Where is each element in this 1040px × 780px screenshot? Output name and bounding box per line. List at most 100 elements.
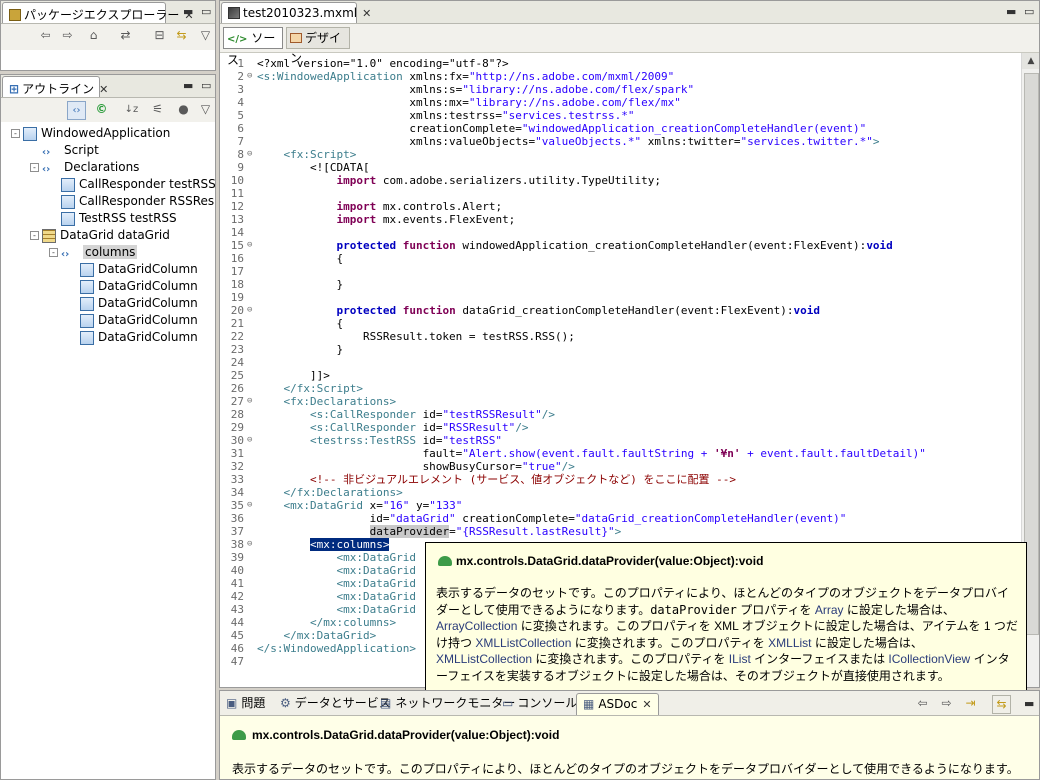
collapse-toggle-icon[interactable]: - — [49, 248, 58, 257]
bottom-tab[interactable]: ▦ ASDoc ✕ — [576, 693, 659, 715]
design-mode-button[interactable]: デザイン — [286, 27, 350, 65]
package-explorer-tab[interactable]: パッケージエクスプローラー ✕ — [2, 2, 194, 23]
source-mode-button[interactable]: </> ソース — [223, 27, 283, 67]
code-line[interactable]: 33 <!-- 非ビジュアルエレメント (サービス、値オブジェクトなど) をここ… — [220, 473, 1020, 486]
collapse-toggle-icon[interactable]: - — [30, 163, 39, 172]
problems-icon: ▣ — [226, 696, 238, 710]
sync-icon[interactable]: ⇆ — [173, 27, 190, 44]
open-external-icon[interactable]: ⇥ — [962, 695, 979, 712]
code-line[interactable]: 24 — [220, 356, 1020, 369]
link-with-editor-icon[interactable]: ⇄ — [117, 27, 134, 44]
fold-toggle-icon[interactable]: ⊖ — [247, 434, 252, 447]
outline-tree-item[interactable]: DataGridColumn — [68, 295, 198, 312]
outline-tree-item[interactable]: DataGridColumn — [68, 261, 198, 278]
maximize-icon[interactable]: ▭ — [201, 5, 211, 18]
code-line[interactable]: 13 import mx.events.FlexEvent; — [220, 213, 1020, 226]
outline-tree-item[interactable]: DataGridColumn — [68, 312, 198, 329]
code-line[interactable]: 34 </fx:Declarations> — [220, 486, 1020, 499]
code-line[interactable]: 5 xmlns:testrss="services.testrss.*" — [220, 109, 1020, 122]
code-line[interactable]: 21 { — [220, 317, 1020, 330]
close-icon[interactable]: ✕ — [642, 698, 651, 711]
bottom-tab[interactable]: ▣ 問題 — [222, 694, 269, 712]
code-line[interactable]: 22 RSSResult.token = testRSS.RSS(); — [220, 330, 1020, 343]
code-line[interactable]: 19 — [220, 291, 1020, 304]
code-line[interactable]: 9 <![CDATA[ — [220, 161, 1020, 174]
collapse-all-icon[interactable]: ⊟ — [151, 27, 168, 44]
code-line[interactable]: 27 ⊖ <fx:Declarations> — [220, 395, 1020, 408]
sort-icon[interactable]: ↓z — [123, 101, 140, 118]
minimize-icon[interactable]: ▬ — [1024, 697, 1034, 710]
code-line[interactable]: 32 showBusyCursor="true"/> — [220, 460, 1020, 473]
outline-tree-item[interactable]: ‹› Script — [30, 142, 99, 159]
outline-tree-item[interactable]: TestRSS testRSS — [49, 210, 177, 227]
fold-toggle-icon[interactable]: ⊖ — [247, 239, 252, 252]
code-line[interactable]: 29 <s:CallResponder id="RSSResult"/> — [220, 421, 1020, 434]
outline-tree-item[interactable]: - ‹› Declarations — [30, 159, 139, 176]
line-number: 5 — [237, 109, 244, 122]
view-menu-icon[interactable]: ▽ — [197, 101, 214, 118]
minimize-icon[interactable]: ▬ — [1006, 5, 1016, 18]
code-line[interactable]: 25 ]]> — [220, 369, 1020, 382]
outline-tree-item[interactable]: - WindowedApplication — [11, 125, 170, 142]
dot-icon[interactable]: ● — [175, 101, 192, 118]
fold-toggle-icon[interactable]: ⊖ — [247, 395, 252, 408]
code-line[interactable]: 37 dataProvider="{RSSResult.lastResult}"… — [220, 525, 1020, 538]
code-line[interactable]: 4 xmlns:mx="library://ns.adobe.com/flex/… — [220, 96, 1020, 109]
back-icon[interactable]: ⇦ — [37, 27, 54, 44]
editor-tab[interactable]: test2010323.mxml ✕ — [221, 2, 371, 23]
view-menu-icon[interactable]: ▽ — [197, 27, 214, 44]
collapse-toggle-icon[interactable]: - — [11, 129, 20, 138]
fold-toggle-icon[interactable]: ⊖ — [247, 538, 252, 551]
code-line[interactable]: 36 id="dataGrid" creationComplete="dataG… — [220, 512, 1020, 525]
code-line[interactable]: 11 — [220, 187, 1020, 200]
code-line[interactable]: 8 ⊖ <fx:Script> — [220, 148, 1020, 161]
maximize-icon[interactable]: ▭ — [1024, 5, 1034, 18]
link-with-editor-icon[interactable]: ⇆ — [992, 695, 1011, 714]
forward-icon[interactable]: ⇨ — [59, 27, 76, 44]
outline-tree-item[interactable]: CallResponder testRSSR — [49, 176, 215, 193]
collapse-toggle-icon[interactable]: - — [30, 231, 39, 240]
filter-icon[interactable]: ⚟ — [149, 101, 166, 118]
outline-tree-item[interactable]: CallResponder RSSResul — [49, 193, 215, 210]
code-line[interactable]: 15 ⊖ protected function windowedApplicati… — [220, 239, 1020, 252]
outline-tab[interactable]: ⊞ アウトライン ✕ — [2, 76, 108, 97]
close-icon[interactable]: ✕ — [362, 7, 371, 20]
code-line[interactable]: 2 ⊖ <s:WindowedApplication xmlns:fx="http:… — [220, 70, 1020, 83]
fold-toggle-icon[interactable]: ⊖ — [247, 148, 252, 161]
code-line[interactable]: 28 <s:CallResponder id="testRSSResult"/> — [220, 408, 1020, 421]
code-line[interactable]: 17 — [220, 265, 1020, 278]
code-line[interactable]: 1 <?xml version="1.0" encoding="utf-8"?> — [220, 57, 1020, 70]
tag-toggle-icon[interactable]: ‹› — [67, 101, 86, 120]
refresh-icon[interactable]: © — [93, 101, 110, 118]
fold-toggle-icon[interactable]: ⊖ — [247, 70, 252, 83]
outline-tree-item[interactable]: DataGridColumn — [68, 329, 198, 346]
outline-tree-item[interactable]: - ‹› columns — [49, 244, 138, 261]
close-icon[interactable]: ✕ — [99, 83, 108, 96]
code-line[interactable]: 35 ⊖ <mx:DataGrid x="16" y="133" — [220, 499, 1020, 512]
code-line[interactable]: 3 xmlns:s="library://ns.adobe.com/flex/s… — [220, 83, 1020, 96]
maximize-icon[interactable]: ▭ — [201, 79, 211, 92]
code-line[interactable]: 26 </fx:Script> — [220, 382, 1020, 395]
code-line[interactable]: 7 xmlns:valueObjects="valueObjects.*" xm… — [220, 135, 1020, 148]
code-line[interactable]: 18 } — [220, 278, 1020, 291]
code-line[interactable]: 12 import mx.controls.Alert; — [220, 200, 1020, 213]
back-icon[interactable]: ⇦ — [914, 695, 931, 712]
code-line[interactable]: 6 creationComplete="windowedApplication_… — [220, 122, 1020, 135]
forward-icon[interactable]: ⇨ — [938, 695, 955, 712]
minimize-icon[interactable]: ▬ — [183, 79, 193, 92]
code-line[interactable]: 30 ⊖ <testrss:TestRSS id="testRSS" — [220, 434, 1020, 447]
fold-toggle-icon[interactable]: ⊖ — [247, 304, 252, 317]
home-icon[interactable]: ⌂ — [85, 27, 102, 44]
outline-tree-item[interactable]: DataGridColumn — [68, 278, 198, 295]
scroll-up-arrow-icon[interactable]: ▲ — [1022, 53, 1039, 69]
fold-toggle-icon[interactable]: ⊖ — [247, 499, 252, 512]
code-line[interactable]: 31 fault="Alert.show(event.fault.faultSt… — [220, 447, 1020, 460]
outline-tree-item[interactable]: - DataGrid dataGrid — [30, 227, 170, 244]
bottom-tab[interactable]: ▭ コンソール — [498, 694, 581, 712]
minimize-icon[interactable]: ▬ — [183, 5, 193, 18]
code-line[interactable]: 20 ⊖ protected function dataGrid_creation… — [220, 304, 1020, 317]
code-line[interactable]: 10 import com.adobe.serializers.utility.… — [220, 174, 1020, 187]
code-line[interactable]: 23 } — [220, 343, 1020, 356]
code-line[interactable]: 14 — [220, 226, 1020, 239]
code-line[interactable]: 16 { — [220, 252, 1020, 265]
